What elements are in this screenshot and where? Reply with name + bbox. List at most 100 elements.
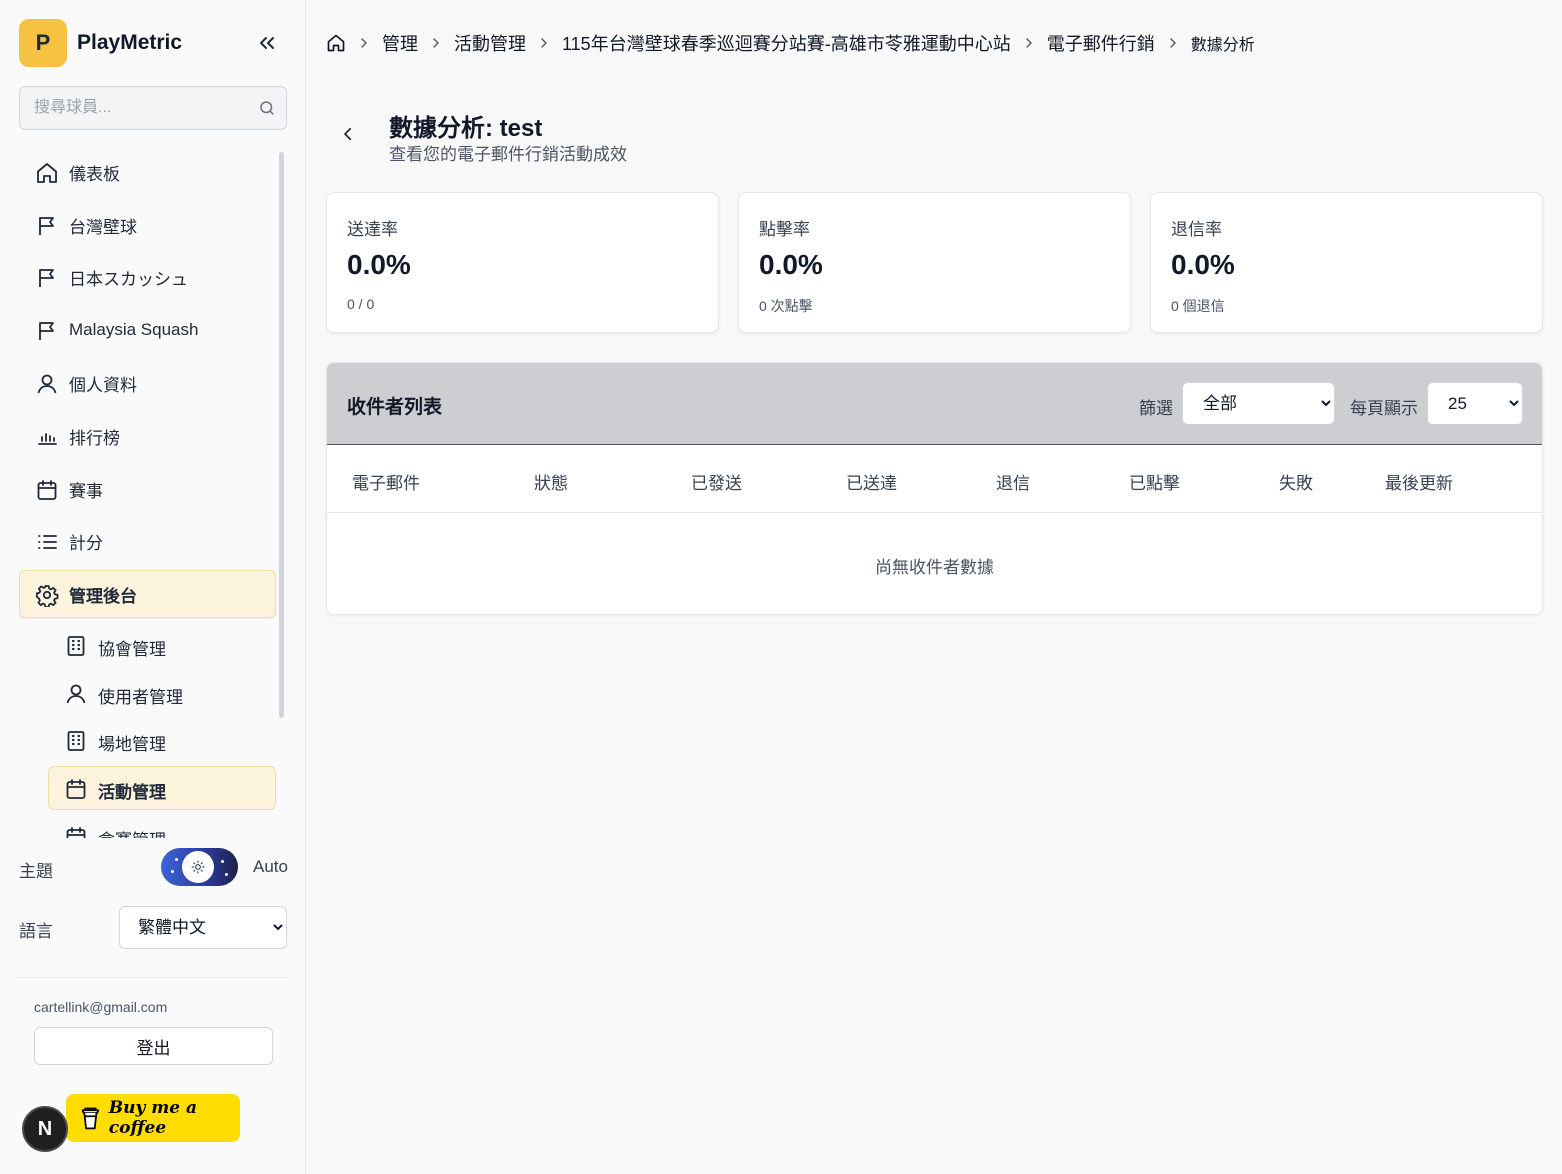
search-input[interactable] <box>34 87 254 129</box>
calendar-icon <box>64 825 88 838</box>
stat-value: 0.0% <box>759 249 823 280</box>
sidebar-item-japan-squash[interactable]: 日本スカッシュ <box>19 253 276 301</box>
chevron-right-icon <box>356 35 372 51</box>
sidebar-item-label: Malaysia Squash <box>69 320 199 339</box>
stat-card-click-rate: 點擊率 0.0% 0 次點擊 <box>738 192 1131 333</box>
home-icon <box>35 161 59 185</box>
empty-state: 尚無收件者數據 <box>875 558 994 577</box>
flag-icon <box>35 214 59 238</box>
column-failed[interactable]: 失敗 <box>1279 469 1313 494</box>
stat-value: 0.0% <box>347 249 411 280</box>
calendar-icon <box>64 777 88 801</box>
recipients-header: 收件者列表 篩選 全部 每頁顯示 25 <box>327 363 1542 445</box>
stat-value: 0.0% <box>1171 249 1235 280</box>
filter-label: 篩選 <box>1139 399 1173 418</box>
theme-value: Auto <box>253 857 288 876</box>
sidebar-subitem-association[interactable]: 協會管理 <box>48 623 276 667</box>
page-subtitle: 查看您的電子郵件行銷活動成效 <box>389 145 627 164</box>
chevron-right-icon <box>536 35 552 51</box>
sun-icon <box>182 851 214 883</box>
sidebar-item-label: 個人資料 <box>69 375 137 395</box>
column-sent[interactable]: 已發送 <box>691 469 742 494</box>
star-icon <box>171 870 174 873</box>
dev-tools-badge[interactable]: N <box>22 1106 68 1152</box>
column-email[interactable]: 電子郵件 <box>352 469 420 494</box>
column-last-updated[interactable]: 最後更新 <box>1385 469 1453 494</box>
stat-label: 退信率 <box>1171 220 1222 239</box>
language-label: 語言 <box>19 922 53 941</box>
breadcrumb-event-name[interactable]: 115年台灣壁球春季巡迴賽分站賽-高雄市苓雅運動中心站 <box>562 30 1011 56</box>
sidebar-item-label: 台灣壁球 <box>69 217 137 237</box>
coffee-label: Buy me a coffee <box>108 1098 198 1138</box>
sidebar-subitem-label: 場地管理 <box>98 735 166 754</box>
flag-icon <box>35 266 59 290</box>
star-icon <box>225 873 228 876</box>
stat-label: 送達率 <box>347 220 398 239</box>
sidebar: P PlayMetric 儀表板 台灣壁球 日本スカッシュ Malaysia S… <box>0 0 306 1174</box>
sidebar-item-scoring[interactable]: 計分 <box>19 517 276 565</box>
sidebar-subitem-label: 協會管理 <box>98 640 166 659</box>
app-name: PlayMetric <box>77 31 183 54</box>
home-icon[interactable] <box>326 33 346 53</box>
per-page-label: 每頁顯示 <box>1350 399 1418 418</box>
sidebar-subitem-box-league[interactable]: 盒賽管理 <box>48 814 276 838</box>
building-icon <box>64 634 88 658</box>
sidebar-scrollbar[interactable] <box>279 152 284 718</box>
sidebar-item-taiwan-squash[interactable]: 台灣壁球 <box>19 201 276 249</box>
sidebar-item-label: 管理後台 <box>69 586 137 606</box>
sidebar-item-label: 排行榜 <box>69 428 120 448</box>
breadcrumb-email-marketing[interactable]: 電子郵件行銷 <box>1047 30 1155 56</box>
sidebar-item-profile[interactable]: 個人資料 <box>19 359 276 407</box>
chevron-right-icon <box>428 35 444 51</box>
calendar-icon <box>35 478 59 502</box>
star-icon <box>175 858 178 861</box>
stat-label: 點擊率 <box>759 220 810 239</box>
stat-detail: 0 / 0 <box>347 296 375 312</box>
sidebar-item-label: 計分 <box>69 533 103 553</box>
sidebar-subitem-venues[interactable]: 場地管理 <box>48 718 276 762</box>
breadcrumb-analytics: 數據分析 <box>1190 37 1255 54</box>
language-select[interactable]: 繁體中文 <box>119 906 287 949</box>
sidebar-item-dashboard[interactable]: 儀表板 <box>19 148 276 196</box>
search-icon[interactable] <box>258 99 276 117</box>
brand[interactable]: P PlayMetric <box>19 19 182 67</box>
list-icon <box>35 530 59 554</box>
coffee-cup-icon <box>81 1107 100 1130</box>
breadcrumb-admin[interactable]: 管理 <box>382 30 418 56</box>
theme-toggle[interactable] <box>161 848 238 886</box>
column-bounced[interactable]: 退信 <box>996 469 1030 494</box>
sidebar-item-malaysia-squash[interactable]: Malaysia Squash <box>19 306 276 354</box>
sidebar-subitem-label: 使用者管理 <box>98 688 183 707</box>
divider <box>17 977 287 978</box>
app-logo: P <box>19 19 67 67</box>
stat-card-delivery-rate: 送達率 0.0% 0 / 0 <box>326 192 719 333</box>
collapse-sidebar-icon[interactable] <box>255 31 279 55</box>
column-delivered[interactable]: 已送達 <box>846 469 897 494</box>
recipients-title: 收件者列表 <box>347 397 443 418</box>
user-icon <box>35 372 59 396</box>
sidebar-item-label: 賽事 <box>69 481 103 501</box>
sidebar-subitem-label: 活動管理 <box>98 783 166 802</box>
user-icon <box>64 682 88 706</box>
stat-detail: 0 次點擊 <box>759 298 813 314</box>
sidebar-item-admin[interactable]: 管理後台 <box>19 570 276 618</box>
player-search <box>19 86 287 130</box>
breadcrumb-events[interactable]: 活動管理 <box>454 30 526 56</box>
sidebar-item-leaderboard[interactable]: 排行榜 <box>19 412 276 460</box>
column-status[interactable]: 狀態 <box>534 469 568 494</box>
back-icon[interactable] <box>339 125 357 143</box>
sidebar-item-tournaments[interactable]: 賽事 <box>19 465 276 513</box>
stat-card-bounce-rate: 退信率 0.0% 0 個退信 <box>1150 192 1543 333</box>
column-clicked[interactable]: 已點擊 <box>1129 469 1180 494</box>
sidebar-subitem-users[interactable]: 使用者管理 <box>48 671 276 715</box>
logout-button[interactable]: 登出 <box>34 1027 273 1065</box>
page-title: 數據分析: test <box>389 115 543 142</box>
sidebar-item-label: 儀表板 <box>69 164 120 184</box>
buy-me-a-coffee-button[interactable]: Buy me a coffee <box>66 1094 240 1142</box>
per-page-select[interactable]: 25 <box>1427 382 1523 425</box>
user-email: cartellink@gmail.com <box>34 999 168 1015</box>
theme-label: 主題 <box>19 862 53 881</box>
sidebar-subitem-events[interactable]: 活動管理 <box>48 766 276 810</box>
filter-select[interactable]: 全部 <box>1182 382 1335 425</box>
flag-icon <box>35 319 59 343</box>
